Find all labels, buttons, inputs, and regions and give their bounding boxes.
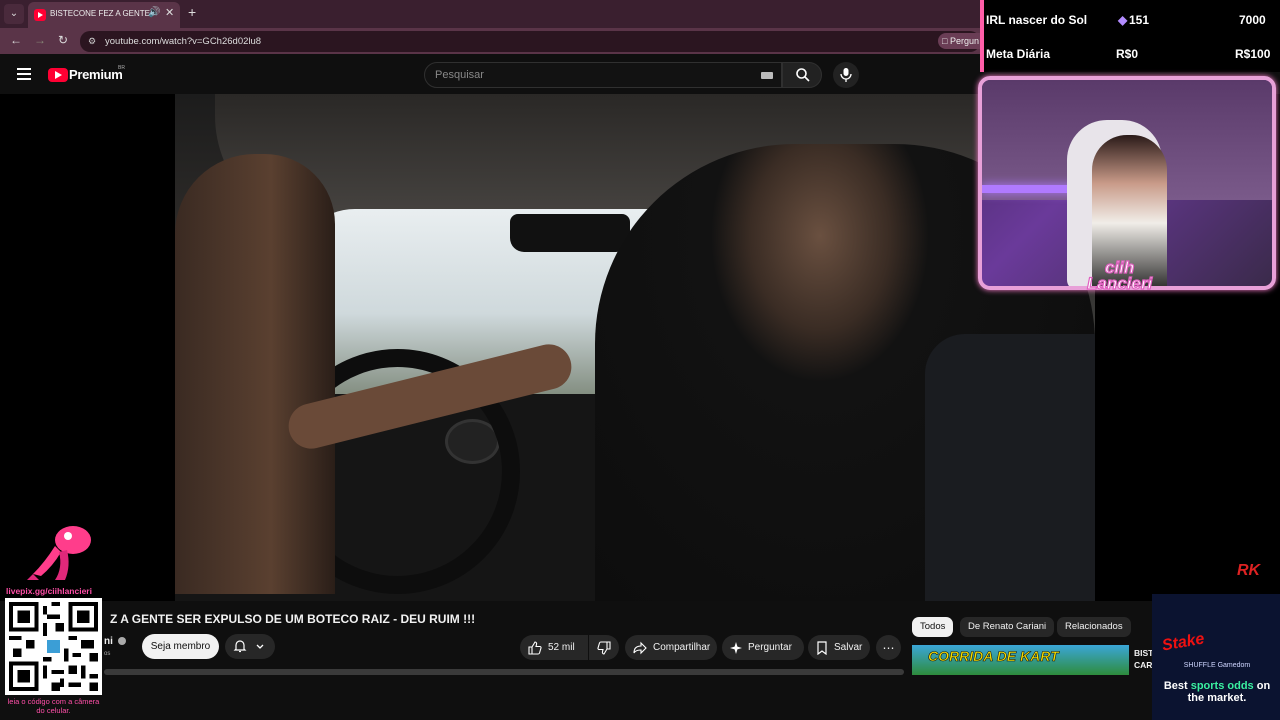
save-button[interactable]: Salvar bbox=[808, 635, 870, 660]
tab-search-icon[interactable]: ⌄ bbox=[4, 4, 24, 24]
goal-accent-bar bbox=[980, 0, 984, 72]
ask-gemini-chip[interactable]: □ Pergun bbox=[938, 33, 980, 49]
channel-name[interactable]: ni bbox=[104, 636, 113, 647]
more-actions-button[interactable]: ⋯ bbox=[876, 635, 901, 660]
streamer-name-line2: Lancieri bbox=[1086, 274, 1153, 293]
forward-icon[interactable]: → bbox=[34, 33, 46, 47]
microphone-icon bbox=[840, 68, 852, 82]
chip-from-channel[interactable]: De Renato Cariani bbox=[960, 617, 1055, 637]
video-frame bbox=[175, 94, 1095, 601]
goal-label: IRL nascer do Sol bbox=[986, 13, 1088, 27]
qr-hint: leia o código com a câmera do celular. bbox=[7, 697, 100, 715]
ad-tagline-highlight: sports odds bbox=[1190, 680, 1254, 692]
subscriber-count: os bbox=[104, 651, 111, 657]
pix-url: livepix.gg/ciihlancieri bbox=[6, 586, 92, 596]
like-count: 52 mil bbox=[548, 642, 575, 653]
url-text[interactable]: youtube.com/watch?v=GCh26d02lu8 bbox=[105, 36, 261, 47]
tab-title: BISTECONE FEZ A GENTE SER bbox=[50, 9, 150, 18]
save-label: Salvar bbox=[834, 642, 863, 653]
dislike-button[interactable] bbox=[589, 635, 619, 660]
share-button[interactable]: Compartilhar bbox=[625, 635, 717, 660]
goal-target: R$100 bbox=[1235, 47, 1271, 61]
youtube-header: Premium BR bbox=[0, 56, 980, 94]
goal-current: 151 bbox=[1129, 13, 1150, 27]
voice-search-button[interactable] bbox=[833, 62, 859, 88]
join-membership-button[interactable]: Seja membro bbox=[142, 634, 219, 659]
sponsor-ad: Stake SHUFFLE Gamedom Best sports odds o… bbox=[1152, 594, 1280, 720]
bell-icon bbox=[233, 640, 247, 653]
goal-label: Meta Diária bbox=[986, 47, 1051, 61]
ad-tagline: Best sports odds on the market. bbox=[1158, 680, 1276, 704]
browser-tab-bar: ⌄ BISTECONE FEZ A GENTE SER 🔊 ✕ + bbox=[0, 0, 980, 28]
qr-code-icon bbox=[9, 602, 98, 691]
thumbs-up-icon bbox=[528, 640, 542, 655]
search-icon bbox=[796, 68, 810, 82]
car-seat bbox=[925, 334, 1095, 601]
channel-watermark: RK bbox=[1237, 562, 1261, 579]
like-button[interactable]: 52 mil bbox=[520, 635, 588, 660]
video-title: Z A GENTE SER EXPULSO DE UM BOTECO RAIZ … bbox=[110, 612, 476, 626]
description-box[interactable] bbox=[104, 669, 904, 675]
bookmark-icon bbox=[817, 640, 827, 655]
notification-bell-button[interactable] bbox=[225, 634, 275, 659]
speaker-icon[interactable]: 🔊 bbox=[148, 7, 160, 18]
chip-all[interactable]: Todos bbox=[912, 617, 954, 637]
browser-tab[interactable]: BISTECONE FEZ A GENTE SER 🔊 ✕ bbox=[28, 2, 180, 28]
ask-button[interactable]: Perguntar bbox=[722, 635, 804, 660]
youtube-logo-icon[interactable] bbox=[48, 68, 68, 82]
search-button[interactable] bbox=[782, 62, 822, 88]
youtube-premium-brand[interactable]: Premium bbox=[69, 67, 123, 82]
stream-goals-panel: IRL nascer do Sol ◆ 151 7000 Meta Diária… bbox=[980, 0, 1280, 72]
search-input[interactable] bbox=[435, 68, 735, 82]
streamer-name-logo: ciih Lancieri bbox=[1086, 258, 1153, 293]
share-icon bbox=[633, 641, 647, 654]
address-bar[interactable]: ⚙ youtube.com/watch?v=GCh26d02lu8 bbox=[80, 31, 980, 52]
youtube-favicon-icon bbox=[34, 9, 46, 21]
ad-brand-logo: Stake bbox=[1160, 630, 1206, 655]
recommended-video-thumbnail[interactable]: CORRIDA DE KART bbox=[912, 645, 1129, 675]
site-info-icon[interactable]: ⚙ bbox=[88, 36, 96, 47]
close-icon[interactable]: ✕ bbox=[165, 6, 174, 19]
diamond-icon: ◆ bbox=[1118, 13, 1128, 27]
share-label: Compartilhar bbox=[653, 642, 711, 653]
reload-icon[interactable]: ↻ bbox=[58, 33, 68, 47]
search-box bbox=[424, 62, 782, 88]
pix-mascot-icon bbox=[27, 526, 91, 580]
goal-current: R$0 bbox=[1116, 47, 1139, 61]
thumbs-down-icon bbox=[597, 640, 611, 655]
address-toolbar: ← → ↻ ⚙ youtube.com/watch?v=GCh26d02lu8 bbox=[0, 28, 980, 54]
chip-related[interactable]: Relacionados bbox=[1057, 617, 1131, 637]
keyboard-icon[interactable] bbox=[761, 72, 773, 79]
ad-tagline-part: Best bbox=[1163, 680, 1191, 692]
ask-chip-label: Pergun bbox=[949, 36, 979, 46]
ask-label: Perguntar bbox=[748, 642, 792, 653]
person-left bbox=[175, 154, 335, 594]
ad-partner-logos: SHUFFLE Gamedom bbox=[1183, 662, 1251, 669]
sparkle-icon bbox=[730, 641, 742, 654]
rearview-mirror bbox=[510, 214, 630, 252]
back-icon[interactable]: ← bbox=[10, 33, 22, 47]
verified-badge-icon bbox=[118, 637, 126, 645]
goal-target: 7000 bbox=[1239, 13, 1266, 27]
thumbnail-text: CORRIDA DE KART bbox=[928, 648, 1059, 665]
new-tab-button[interactable]: + bbox=[188, 4, 196, 20]
region-code: BR bbox=[118, 65, 125, 71]
hamburger-menu-icon[interactable] bbox=[17, 68, 31, 80]
chevron-down-icon bbox=[256, 644, 264, 649]
qr-code bbox=[5, 598, 102, 695]
